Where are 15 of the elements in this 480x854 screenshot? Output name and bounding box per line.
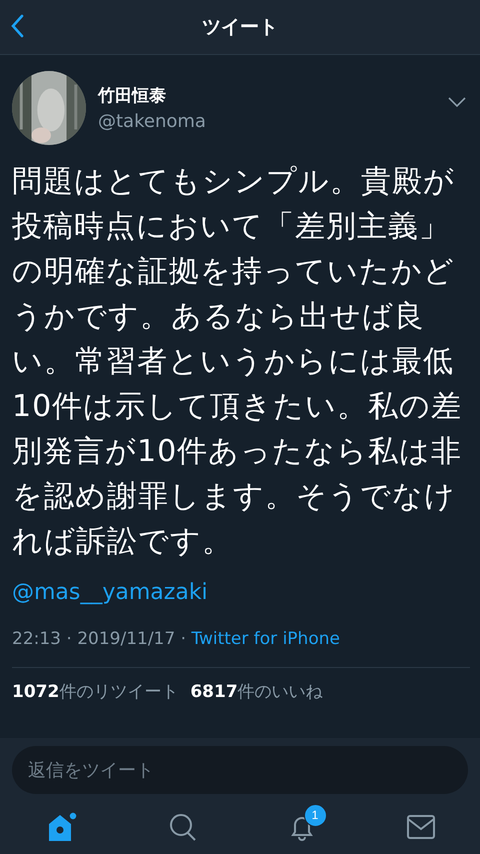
- notification-badge: 1: [304, 804, 326, 826]
- header-title: ツイート: [202, 15, 278, 40]
- author-handle: @takenoma: [98, 111, 207, 132]
- reply-field[interactable]: 返信をツイート: [12, 746, 468, 794]
- stat-count[interactable]: 1072件のリツイート: [12, 680, 178, 703]
- search-icon: [168, 812, 198, 842]
- stat-count[interactable]: 6817件のいいね: [190, 680, 323, 703]
- chevron-down-icon[interactable]: [448, 97, 466, 107]
- author-name: 竹田恒泰: [98, 85, 167, 107]
- source-link[interactable]: Twitter for iPhone: [191, 629, 340, 649]
- mention-link[interactable]: @mas__yamazaki: [12, 580, 208, 605]
- mail-icon: [406, 814, 436, 840]
- tweet-timestamp: 22:13 · 2019/11/17 ·: [12, 629, 187, 649]
- back-icon: [10, 14, 24, 38]
- tweet-text: 問題はとてもシンプル。貴殿が投稿時点において「差別主義」の明確な証拠を持っていたかどうかです。あるなら出せば良い。常習者というからには最低10件は示して頂きたい。私の差別発言が10件あったなら私は非を認め謝罪します。そうでなければ訴訟です。: [12, 163, 464, 561]
